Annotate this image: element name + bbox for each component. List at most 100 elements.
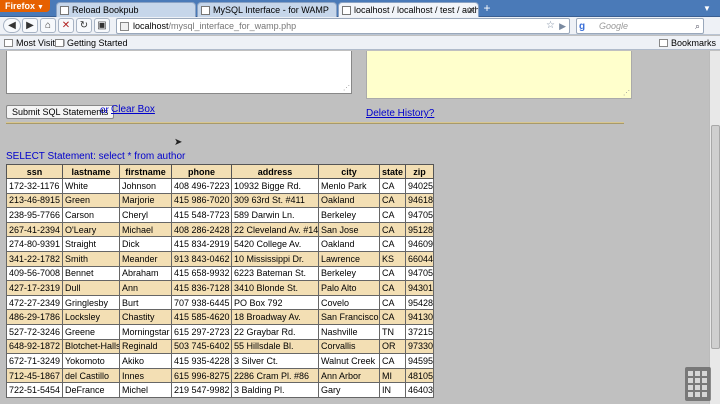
resize-grip-icon[interactable]: ⋰ [343,84,350,92]
cell-ssn: 213-46-8915 [6,192,63,209]
go-arrow-icon[interactable]: ▶ [559,19,566,33]
search-icon[interactable]: ⌕ [695,19,700,33]
cell-lastname: Dull [62,280,120,296]
cell-state: CA [378,192,407,209]
bookmarks-toolbar: Most Visited Getting Started Bookmarks [0,36,720,50]
cell-lastname: DeFrance [62,382,120,398]
cell-zip: 66044 [405,250,435,267]
results-table: ssn lastname firstname phone address city stat… [6,164,435,398]
cell-firstname: Meander [119,250,172,267]
cell-lastname: Blotchet-Halls [62,338,120,355]
star-icon[interactable]: ☆ [546,19,555,33]
sql-statement-textarea[interactable]: ⋰ [6,51,352,94]
horizontal-rule [6,122,624,124]
cell-phone: 415 548-7723 [171,207,232,223]
cell-address: 3 Balding Pl. [231,382,319,398]
cell-city: Lawrence [318,250,380,267]
cell-firstname: Reginald [119,338,172,355]
column-header-ssn: ssn [6,164,63,179]
column-header-address: address [231,164,319,179]
history-textarea[interactable]: ⋰ [366,51,632,99]
bookmarks-menu[interactable]: Bookmarks [658,36,716,50]
cell-phone: 415 658-9932 [171,265,232,282]
cell-firstname: Innes [119,367,172,384]
cell-state: CA [378,178,407,194]
cell-firstname: Chastity [119,309,172,325]
reload-icon[interactable]: ↻ [76,18,92,33]
google-search-engine-icon[interactable]: g [579,20,585,34]
cell-state: OR [378,338,407,355]
cell-state: KS [378,250,407,267]
bookmarks-menu-label: Bookmarks [670,38,716,48]
cell-ssn: 486-29-1786 [6,309,63,325]
cell-ssn: 238-95-7766 [6,207,63,223]
home-icon[interactable]: ⌂ [40,18,56,33]
site-identity-icon[interactable] [120,22,129,31]
forward-icon[interactable]: ▶ [22,18,38,33]
clear-box-link[interactable]: Clear Box [111,104,155,115]
cell-city: Berkeley [318,265,380,282]
url-input[interactable]: localhost/mysql_interface_for_wamp.php ☆… [116,18,570,34]
cell-lastname: Straight [62,236,120,252]
cell-ssn: 274-80-9391 [6,236,63,252]
watermark-logo [685,367,711,401]
firefox-menu-button[interactable]: Firefox ▼ [0,0,50,12]
list-tabs-icon[interactable]: ▼ [700,3,714,15]
tab-phpmyadmin[interactable]: localhost / localhost / test / author | … [338,2,479,17]
select-statement-text: SELECT Statement: select * from author [6,151,186,162]
cell-ssn: 409-56-7008 [6,265,63,282]
cell-ssn: 172-32-1176 [6,178,63,194]
bookmark-getting-started[interactable]: Getting Started [54,36,128,50]
table-row: 472-27-2349 Gringlesby Burt 707 938-6445 PO … [6,294,435,311]
submit-sql-button[interactable]: Submit SQL Statements [6,105,115,119]
cell-address: 589 Darwin Ln. [231,207,319,223]
cell-phone: 707 938-6445 [171,294,232,311]
cell-firstname: Abraham [119,265,172,282]
cell-state: CA [378,207,407,223]
table-row: 341-22-1782 Smith Meander 913 843-0462 10 Mi… [6,250,435,267]
cell-ssn: 712-45-1867 [6,367,63,384]
bookmarks-icon [658,39,668,47]
tab-reload-bookpub[interactable]: Reload Bookpub [56,2,196,17]
column-header-lastname: lastname [62,164,120,179]
cell-firstname: Michael [119,221,172,238]
page-icon [55,39,64,47]
stop-icon[interactable]: ✕ [58,18,74,33]
url-path: /mysql_interface_for_wamp.php [168,21,297,31]
cell-ssn: 722-51-5454 [6,382,63,398]
back-icon[interactable]: ◀ [3,18,21,33]
cell-city: Nashville [318,323,380,340]
scrollbar-thumb[interactable] [711,125,720,349]
resize-grip-icon[interactable]: ⋰ [623,89,630,97]
cell-zip: 94705 [405,207,435,223]
cell-firstname: Morningstar [119,323,172,340]
cell-phone: 415 935-4228 [171,353,232,369]
column-header-zip: zip [405,164,435,179]
cell-zip: 94130 [405,309,435,325]
cell-address: 55 Hillsdale Bl. [231,338,319,355]
cell-zip: 95128 [405,221,435,238]
cell-firstname: Ann [119,280,172,296]
table-row: 409-56-7008 Bennet Abraham 415 658-9932 6223… [6,265,435,282]
page-icon [60,6,69,15]
cell-lastname: Smith [62,250,120,267]
cell-lastname: del Castillo [62,367,120,384]
cell-city: San Jose [318,221,380,238]
delete-history-link[interactable]: Delete History? [366,108,434,119]
cell-lastname: Yokomoto [62,353,120,369]
new-tab-icon[interactable]: + [481,2,493,15]
search-input[interactable]: g Google ⌕ [576,18,704,34]
vertical-scrollbar[interactable] [709,51,720,404]
cell-ssn: 672-71-3249 [6,353,63,369]
cell-zip: 94609 [405,236,435,252]
column-header-firstname: firstname [119,164,172,179]
cell-address: 6223 Bateman St. [231,265,319,282]
cell-phone: 219 547-9982 [171,382,232,398]
bookmark-page-icon[interactable]: ▣ [94,18,110,33]
tab-strip: Firefox ▼ Reload Bookpub MySQL Interface … [0,0,720,17]
or-text: or [100,105,109,116]
close-tab-icon[interactable]: ✕ [467,3,475,17]
tab-label: localhost / localhost / test / author | … [354,5,478,15]
cell-ssn: 527-72-3246 [6,323,63,340]
tab-mysql-interface[interactable]: MySQL Interface - for WAMP [197,2,337,17]
